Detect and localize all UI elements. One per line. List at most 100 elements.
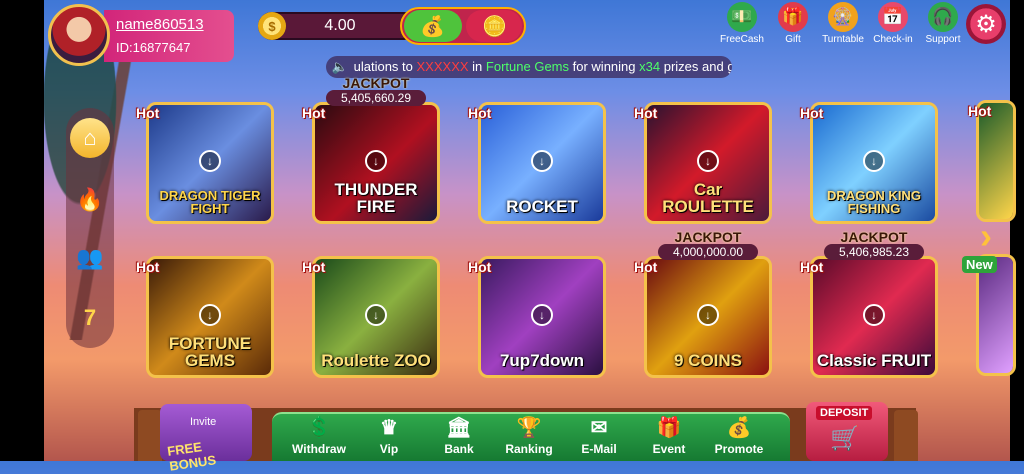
download-icon[interactable]: ↓ xyxy=(697,149,719,172)
left-wood-post xyxy=(138,410,162,461)
jackpot-value: 5,406,985.23 xyxy=(824,244,924,260)
scroll-right-arrow-icon[interactable]: › xyxy=(980,216,1006,256)
freecash-label: FreeCash xyxy=(720,34,764,45)
gift-button[interactable]: 🎁 Gift xyxy=(770,2,816,45)
treasure-chest-button[interactable]: 💰 xyxy=(404,10,462,42)
game-card[interactable]: ↓ Classic FRUIT xyxy=(810,256,938,378)
deposit-cart-icon: 🛒 xyxy=(830,425,860,452)
game-card[interactable]: ↓ DRAGON KING FISHING xyxy=(810,102,938,224)
nav-bank-button[interactable]: 🏛 Bank xyxy=(424,414,494,456)
game-title: Classic FRUIT xyxy=(816,351,932,370)
invite-free-bonus-button[interactable]: Invite FREE BONUS xyxy=(160,404,252,474)
marquee-game: Fortune Gems xyxy=(485,59,570,74)
hot-badge: Hot xyxy=(136,105,160,121)
home-icon[interactable]: ⌂ xyxy=(70,118,110,158)
jackpot-banner: JACKPOT 5,406,985.23 xyxy=(820,230,928,260)
jackpot-label: JACKPOT xyxy=(674,229,742,245)
deposit-button[interactable]: DEPOSIT 🛒 xyxy=(806,402,888,461)
nav-label: Withdraw xyxy=(292,442,346,456)
nav-label: Promote xyxy=(714,442,764,456)
game-title: FORTUNE GEMS xyxy=(168,334,252,370)
slots-seven-icon[interactable]: 7 xyxy=(70,298,110,338)
gold-coins-button[interactable]: 🪙 xyxy=(466,10,522,42)
download-icon[interactable]: ↓ xyxy=(863,303,885,326)
top-icon-bar: 💵 FreeCash 🎁 Gift 🎡 Turntable 📅 Check-in 🎧 Suppor… xyxy=(718,2,966,45)
game-card[interactable]: ↓ 7up7down xyxy=(478,256,606,378)
hot-badge: Hot xyxy=(468,259,492,275)
game-title: THUNDER FIRE xyxy=(334,180,418,216)
nav-promote-button[interactable]: 💰 Promote xyxy=(704,414,774,456)
game-card[interactable]: ↓ ROCKET xyxy=(478,102,606,224)
jackpot-banner: JACKPOT 5,405,660.29 xyxy=(322,76,430,106)
download-icon[interactable]: ↓ xyxy=(531,303,553,326)
multiplayer-icon[interactable]: 👥 xyxy=(70,238,110,278)
marquee-masked-name: XXXXXX xyxy=(416,59,469,74)
new-badge: New xyxy=(962,256,997,273)
jackpot-label: JACKPOT xyxy=(342,75,410,91)
coin-icon: $ xyxy=(258,12,286,40)
download-icon[interactable]: ↓ xyxy=(697,303,719,326)
nav-withdraw-button[interactable]: 💲 Withdraw xyxy=(284,414,354,456)
jackpot-banner: JACKPOT 4,000,000.00 xyxy=(654,230,762,260)
nav-label: Vip xyxy=(379,442,399,456)
right-wood-post xyxy=(894,410,918,461)
game-title: DRAGON KING FISHING xyxy=(827,188,921,216)
download-icon[interactable]: ↓ xyxy=(531,149,553,172)
nav-event-button[interactable]: 🎁 Event xyxy=(634,414,704,456)
nav-ranking-button[interactable]: 🏆 Ranking xyxy=(494,414,564,456)
username[interactable]: name860513 xyxy=(116,16,204,33)
turntable-label: Turntable xyxy=(822,34,864,45)
hot-badge: Hot xyxy=(302,105,326,121)
settings-gear-icon[interactable]: ⚙ xyxy=(966,4,1006,44)
jackpot-value: 5,405,660.29 xyxy=(326,90,426,106)
freecash-button[interactable]: 💵 FreeCash xyxy=(718,2,766,45)
game-card[interactable]: ↓ DRAGON TIGER FIGHT xyxy=(146,102,274,224)
avatar[interactable] xyxy=(48,4,110,66)
hot-badge: Hot xyxy=(468,105,492,121)
game-title: 9 COINS xyxy=(673,351,743,370)
event-icon: 🎁 xyxy=(656,417,682,439)
download-icon[interactable]: ↓ xyxy=(365,149,387,172)
ranking-icon: 🏆 xyxy=(516,417,542,439)
user-id: ID:16877647 xyxy=(116,40,191,55)
nav-email-button[interactable]: ✉ E-Mail xyxy=(564,414,634,456)
download-icon[interactable]: ↓ xyxy=(199,303,221,326)
check-in-label: Check-in xyxy=(873,34,913,45)
marquee-prefix: ulations to xyxy=(353,59,413,74)
freecash-icon: 💵 xyxy=(727,2,757,32)
game-card[interactable]: ↓ 9 COINS xyxy=(644,256,772,378)
hot-fire-icon[interactable]: 🔥 xyxy=(70,180,110,220)
game-card[interactable]: ↓ Roulette ZOO xyxy=(312,256,440,378)
game-card[interactable]: ↓ FORTUNE GEMS xyxy=(146,256,274,378)
withdraw-icon: 💲 xyxy=(306,417,332,439)
download-icon[interactable]: ↓ xyxy=(365,303,387,326)
hot-badge: Hot xyxy=(302,259,326,275)
email-icon: ✉ xyxy=(590,417,608,439)
vip-icon: ♛ xyxy=(380,417,398,439)
turntable-icon: 🎡 xyxy=(828,2,858,32)
hot-badge: Hot xyxy=(634,259,658,275)
support-button[interactable]: 🎧 Support xyxy=(920,2,966,45)
download-icon[interactable]: ↓ xyxy=(199,149,221,172)
balance-value: 4.00 xyxy=(324,17,356,34)
hot-badge: Hot xyxy=(136,259,160,275)
bottom-nav-items: 💲 Withdraw ♛ Vip 🏛 Bank 🏆 Ranking ✉ E-Mail 🎁 Event 💰… xyxy=(284,414,774,456)
hot-badge: Hot xyxy=(800,105,824,121)
game-card[interactable]: ↓ Car ROULETTE xyxy=(644,102,772,224)
check-in-button[interactable]: 📅 Check-in xyxy=(870,2,916,45)
turntable-button[interactable]: 🎡 Turntable xyxy=(820,2,866,45)
game-title: Car ROULETTE xyxy=(662,180,754,216)
bank-icon: 🏛 xyxy=(446,417,472,439)
marquee-mid2: for winning xyxy=(572,59,636,74)
game-card[interactable]: ↓ THUNDER FIRE xyxy=(312,102,440,224)
free-bonus-label: FREE BONUS xyxy=(166,439,217,474)
support-label: Support xyxy=(925,34,961,45)
promote-icon: 💰 xyxy=(726,417,752,439)
nav-vip-button[interactable]: ♛ Vip xyxy=(354,414,424,456)
marquee-suffix: prizes and got xyxy=(663,59,732,74)
download-icon[interactable]: ↓ xyxy=(863,149,885,172)
nav-label: Ranking xyxy=(505,442,553,456)
game-title: 7up7down xyxy=(499,351,585,370)
hot-badge: Hot xyxy=(800,259,824,275)
game-title: ROCKET xyxy=(506,197,578,216)
